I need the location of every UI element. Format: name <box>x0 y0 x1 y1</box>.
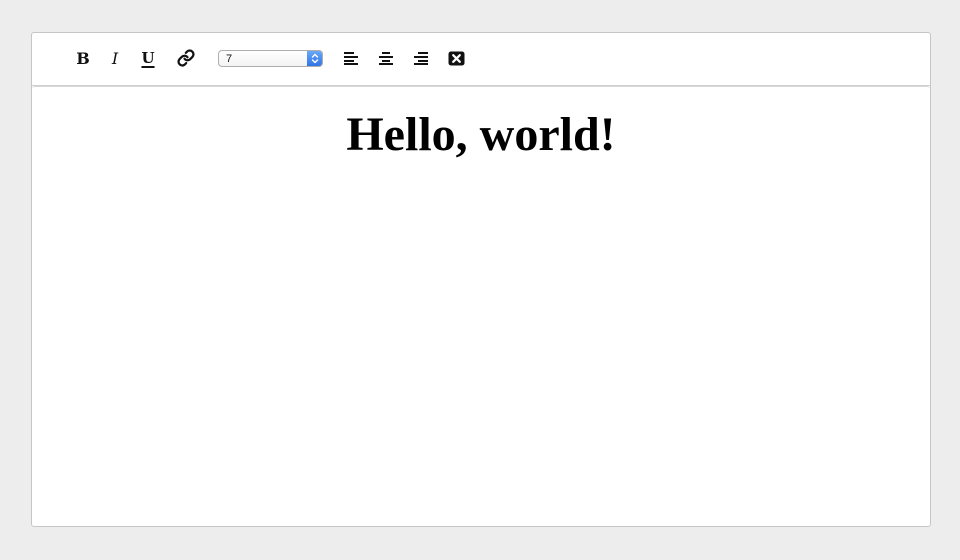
align-center-button[interactable] <box>374 46 398 70</box>
bold-button[interactable]: B <box>71 46 95 70</box>
underline-label: U <box>141 49 155 67</box>
align-left-button[interactable] <box>339 46 363 70</box>
clear-formatting-button[interactable] <box>444 46 468 70</box>
font-size-select[interactable]: 7 <box>218 50 323 67</box>
align-right-icon <box>413 50 429 66</box>
editor-heading-text: Hello, world! <box>346 108 616 161</box>
insert-link-button[interactable] <box>174 46 198 70</box>
bold-label: B <box>76 48 90 68</box>
italic-button[interactable]: I <box>103 46 127 70</box>
select-arrows-icon <box>307 51 322 66</box>
formatting-toolbar: B I U 7 <box>32 33 930 86</box>
clear-format-icon <box>448 51 465 66</box>
align-right-button[interactable] <box>409 46 433 70</box>
rich-text-editor: B I U 7 Hello, world! <box>31 32 931 527</box>
underline-button[interactable]: U <box>136 46 160 70</box>
align-center-icon <box>378 50 394 66</box>
font-size-value: 7 <box>226 53 233 65</box>
italic-label: I <box>111 48 119 68</box>
link-icon <box>177 49 195 67</box>
editor-content-area[interactable]: Hello, world! <box>32 86 930 526</box>
align-left-icon <box>343 50 359 66</box>
